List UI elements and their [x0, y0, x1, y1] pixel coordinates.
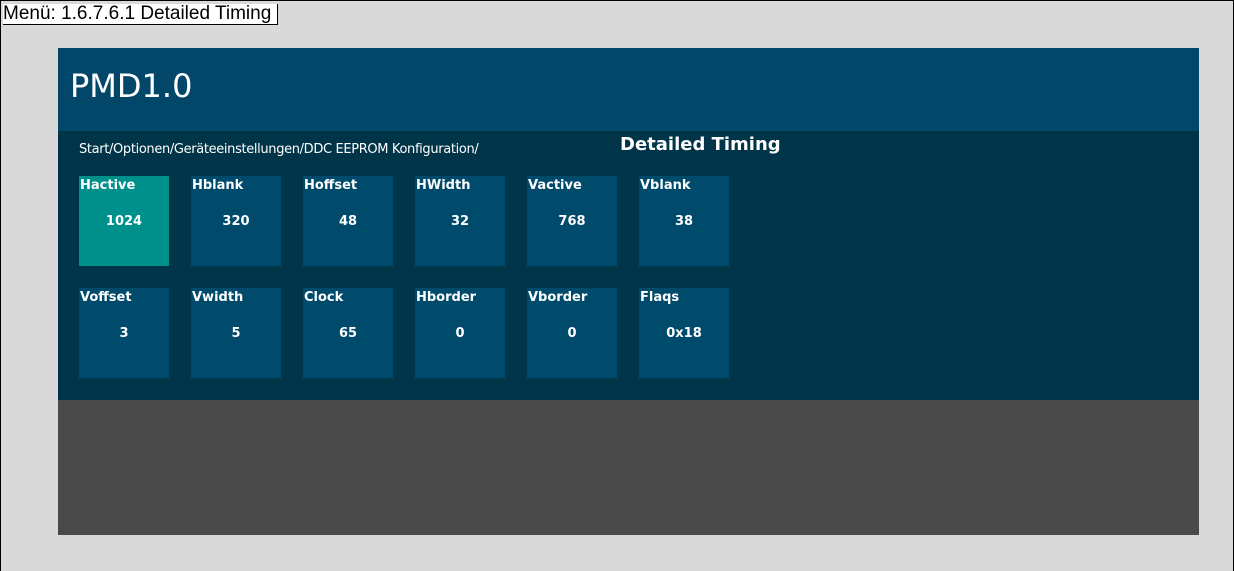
menu-title: Menü: 1.6.7.6.1 Detailed Timing [3, 4, 279, 25]
tile-value: 3 [119, 326, 129, 341]
tile-label: Vwidth [192, 290, 244, 305]
tile-voffset[interactable]: Voffset 3 [79, 288, 169, 378]
window-frame: Menü: 1.6.7.6.1 Detailed Timing PMD1.0 S… [0, 0, 1234, 571]
tile-value: 32 [450, 214, 470, 229]
tile-value: 38 [674, 214, 694, 229]
tile-value: 1024 [105, 214, 143, 229]
tile-label: Hblank [192, 178, 244, 193]
tile-label: Hoffset [304, 178, 358, 193]
tile-label: Flaqs [640, 290, 680, 305]
tile-label: Vblank [640, 178, 691, 193]
device-screen: PMD1.0 Start/Optionen/Geräteeinstellunge… [58, 48, 1199, 535]
main-content: Start/Optionen/Geräteeinstellungen/DDC E… [58, 131, 1199, 400]
tile-value: 0 [567, 326, 577, 341]
tile-label: Hactive [80, 178, 136, 193]
tile-value: 0x18 [666, 326, 702, 341]
tile-value: 320 [222, 214, 250, 229]
app-title: PMD1.0 [70, 67, 193, 105]
tile-vactive[interactable]: Vactive 768 [527, 176, 617, 266]
page-title: Detailed Timing [620, 134, 781, 155]
tile-label: Vborder [528, 290, 588, 305]
tile-flags[interactable]: Flaqs 0x18 [639, 288, 729, 378]
tile-hblank[interactable]: Hblank 320 [191, 176, 281, 266]
tile-label: Vactive [528, 178, 582, 193]
tile-hactive[interactable]: Hactive 1024 [79, 176, 169, 266]
tile-hwidth[interactable]: HWidth 32 [415, 176, 505, 266]
tile-value: 5 [231, 326, 241, 341]
tile-label: HWidth [416, 178, 471, 193]
tile-value: 768 [558, 214, 586, 229]
tile-hoffset[interactable]: Hoffset 48 [303, 176, 393, 266]
tile-value: 0 [455, 326, 465, 341]
tile-value: 48 [338, 214, 358, 229]
tile-clock[interactable]: Clock 65 [303, 288, 393, 378]
tile-vblank[interactable]: Vblank 38 [639, 176, 729, 266]
tile-value: 65 [338, 326, 358, 341]
breadcrumb[interactable]: Start/Optionen/Geräteeinstellungen/DDC E… [79, 141, 479, 159]
tile-label: Voffset [80, 290, 132, 305]
tile-label: Clock [304, 290, 344, 305]
tile-hborder[interactable]: Hborder 0 [415, 288, 505, 378]
tile-vwidth[interactable]: Vwidth 5 [191, 288, 281, 378]
tile-label: Hborder [416, 290, 477, 305]
app-header: PMD1.0 [58, 48, 1199, 131]
tile-vborder[interactable]: Vborder 0 [527, 288, 617, 378]
